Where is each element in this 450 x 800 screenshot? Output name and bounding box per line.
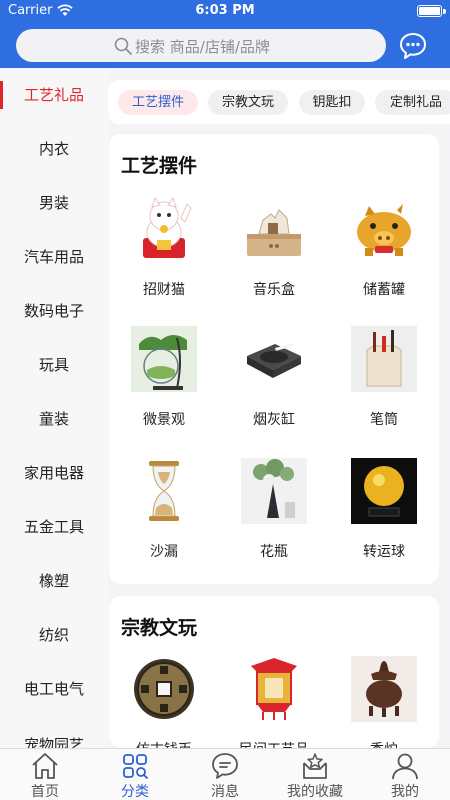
product-label: 民间工艺品	[219, 739, 329, 748]
crystal-ball-icon	[351, 458, 417, 524]
tab-favorites[interactable]: 我的收藏	[270, 749, 360, 800]
product-label: 花瓶	[260, 544, 288, 560]
search-icon	[114, 37, 132, 55]
category-sidebar: 工艺礼品 内衣 男装 汽车用品 数码电子 玩具 童装 家用电器 五金工具 橡塑 …	[0, 68, 108, 748]
tab-home[interactable]: 首页	[0, 749, 90, 800]
category-item-textile[interactable]: 纺织	[0, 608, 108, 662]
section-crafts-ornaments: 工艺摆件 招财猫 音乐盒 储蓄罐 微景观 烟灰缸 笔筒 沙漏 花瓶 转运球	[109, 134, 439, 584]
category-item-hardware[interactable]: 五金工具	[0, 500, 108, 554]
product-label: 仿古钱币	[109, 739, 219, 748]
home-icon	[32, 753, 58, 779]
category-item-auto[interactable]: 汽车用品	[0, 230, 108, 284]
product-item[interactable]: 音乐盒	[219, 196, 329, 306]
tab-category[interactable]: 分类	[90, 749, 180, 800]
user-icon	[392, 753, 418, 780]
incense-burner-icon	[351, 656, 417, 722]
vase-icon	[241, 458, 307, 524]
ashtray-icon	[247, 343, 301, 378]
tab-label: 首页	[31, 784, 59, 800]
section-religious-collectibles: 宗教文玩 仿古钱币 民间工艺品	[109, 596, 439, 748]
hourglass-icon	[149, 461, 179, 521]
product-label: 微景观	[143, 412, 185, 428]
chat-icon[interactable]	[398, 31, 428, 61]
product-label: 招财猫	[143, 282, 185, 298]
favorites-box-icon	[303, 753, 327, 779]
bottom-tab-bar: 首页 分类 消息 我的收藏 我的	[0, 748, 450, 800]
music-box-icon	[247, 209, 301, 256]
category-item-menswear[interactable]: 男装	[0, 176, 108, 230]
category-item-toys[interactable]: 玩具	[0, 338, 108, 392]
product-label: 香炉	[329, 739, 439, 748]
section-title: 宗教文玩	[121, 617, 198, 639]
product-item[interactable]: 沙漏	[109, 458, 219, 568]
product-label: 音乐盒	[253, 282, 295, 298]
category-item-kidswear[interactable]: 童装	[0, 392, 108, 446]
battery-icon	[417, 5, 442, 17]
product-label: 沙漏	[150, 544, 178, 560]
category-item-underwear[interactable]: 内衣	[0, 122, 108, 176]
product-item[interactable]: 仿古钱币	[109, 656, 219, 748]
active-indicator	[0, 81, 3, 109]
product-label: 笔筒	[370, 412, 398, 428]
tab-crafts-ornaments[interactable]: 工艺摆件	[118, 90, 198, 115]
category-item-crafts[interactable]: 工艺礼品	[0, 68, 108, 122]
search-placeholder: 搜索 商品/店铺/品牌	[135, 38, 270, 56]
piggy-bank-icon	[357, 204, 411, 256]
message-bubble-icon	[212, 753, 238, 779]
category-grid-icon	[123, 754, 148, 779]
ancient-coin-icon	[134, 659, 194, 719]
status-bar: Carrier 6:03 PM	[0, 0, 450, 22]
tab-label: 消息	[211, 784, 239, 800]
product-item[interactable]: 招财猫	[109, 196, 219, 306]
product-item[interactable]: 烟灰缸	[219, 326, 329, 436]
category-item-digital[interactable]: 数码电子	[0, 284, 108, 338]
tab-label: 我的收藏	[287, 784, 343, 800]
product-item[interactable]: 微景观	[109, 326, 219, 436]
category-item-electrical[interactable]: 电工电气	[0, 662, 108, 716]
product-item[interactable]: 花瓶	[219, 458, 329, 568]
app-header: Carrier 6:03 PM 搜索 商品/店铺/品牌	[0, 0, 450, 68]
tab-label: 我的	[391, 784, 419, 800]
tab-custom-gifts[interactable]: 定制礼品	[375, 90, 450, 115]
product-label: 烟灰缸	[253, 412, 295, 428]
product-item[interactable]: 民间工艺品	[219, 656, 329, 748]
subcategory-tabs: 工艺摆件 宗教文玩 钥匙扣 定制礼品	[108, 80, 450, 124]
tab-profile[interactable]: 我的	[360, 749, 450, 800]
category-item-pets-garden[interactable]: 宠物园艺	[0, 718, 108, 748]
product-item[interactable]: 转运球	[329, 458, 439, 568]
product-label: 转运球	[363, 544, 405, 560]
tab-religious-collectibles[interactable]: 宗教文玩	[208, 90, 288, 115]
pen-holder-icon	[351, 326, 417, 392]
product-item[interactable]: 储蓄罐	[329, 196, 439, 306]
tab-label: 分类	[121, 784, 149, 800]
tab-keychains[interactable]: 钥匙扣	[299, 90, 365, 115]
product-item[interactable]: 香炉	[329, 656, 439, 748]
lucky-cat-icon	[143, 196, 192, 258]
search-bar[interactable]: 搜索 商品/店铺/品牌	[16, 29, 386, 62]
tab-messages[interactable]: 消息	[180, 749, 270, 800]
product-label: 储蓄罐	[363, 282, 405, 298]
category-item-appliances[interactable]: 家用电器	[0, 446, 108, 500]
terrarium-icon	[131, 326, 197, 392]
section-title: 工艺摆件	[121, 155, 198, 177]
palace-lantern-icon	[251, 658, 297, 720]
status-time: 6:03 PM	[195, 3, 255, 18]
product-item[interactable]: 笔筒	[329, 326, 439, 436]
category-item-plastics[interactable]: 橡塑	[0, 554, 108, 608]
